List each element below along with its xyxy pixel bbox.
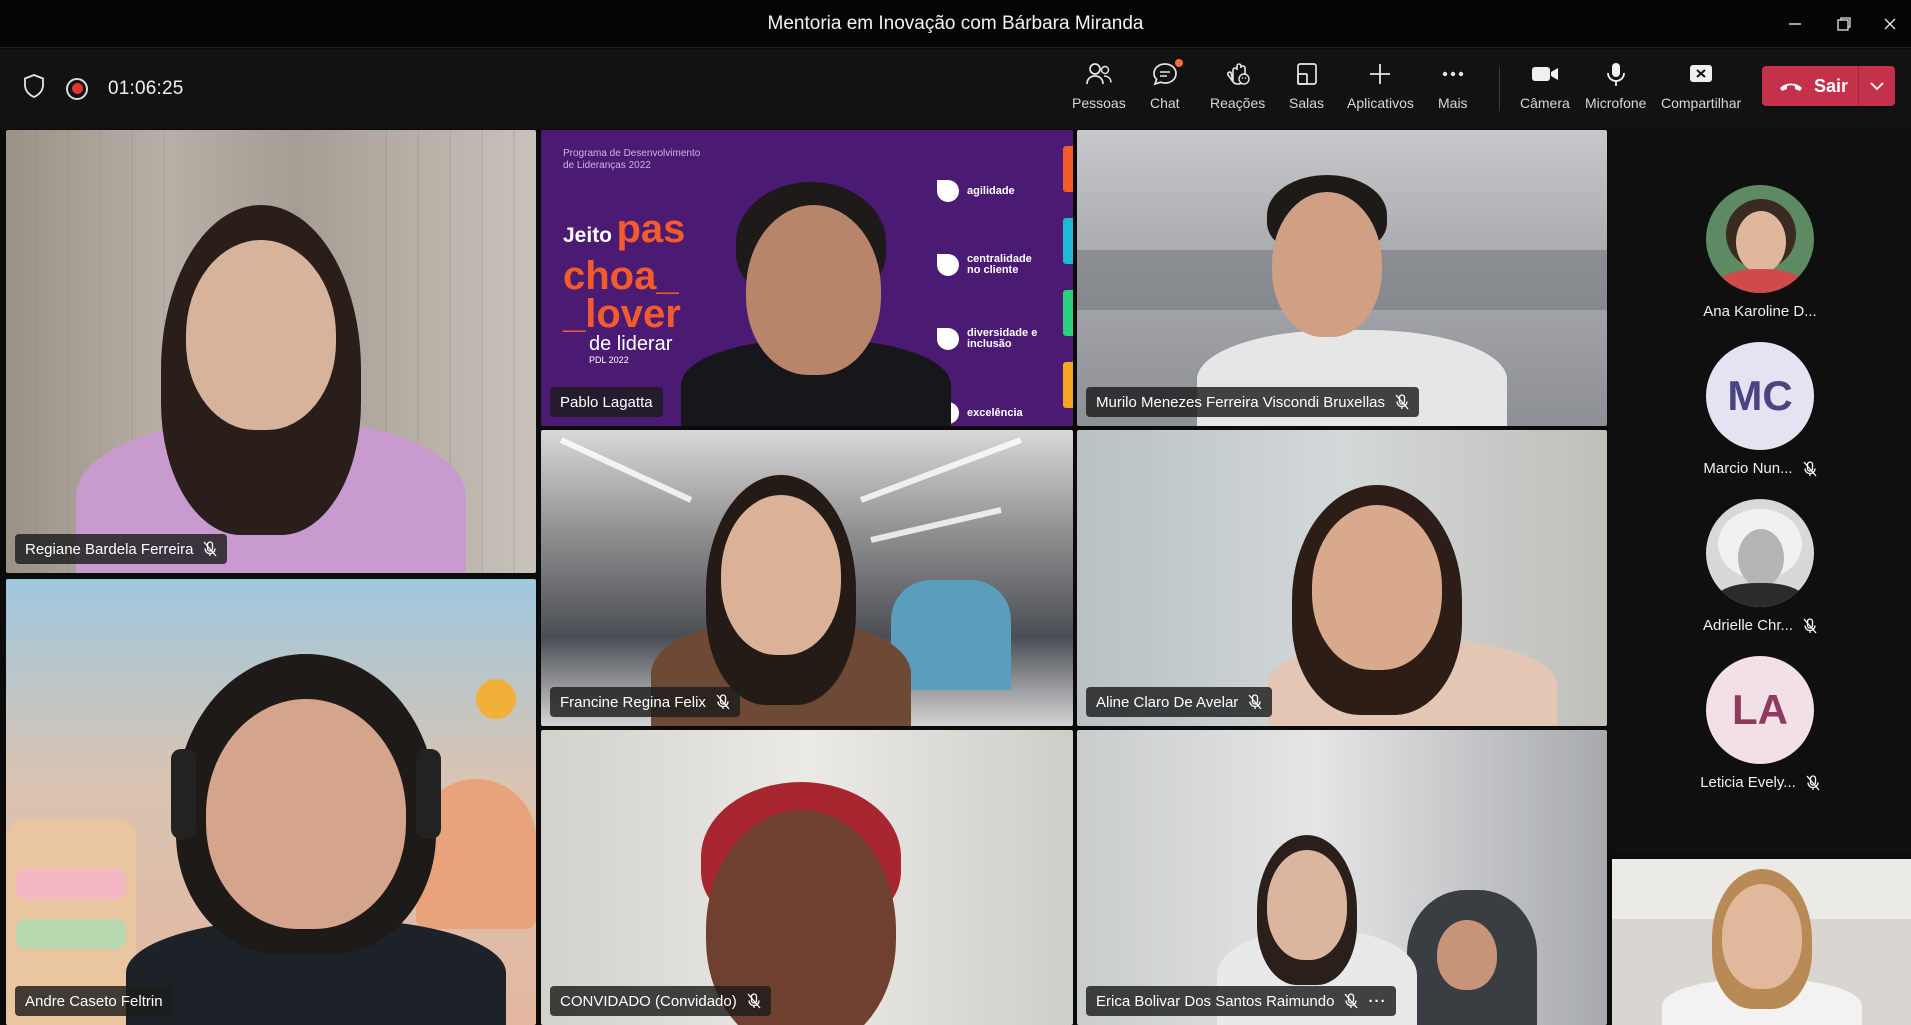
more-dots-icon <box>1442 71 1463 77</box>
microphone-button[interactable]: Microfone <box>1585 57 1646 121</box>
chat-unread-dot <box>1174 59 1183 67</box>
participant-name-tag: Aline Claro De Avelar <box>1086 687 1273 717</box>
leave-button[interactable]: Sair <box>1762 66 1895 106</box>
video-tile[interactable]: Programa de Desenvolvimento de Liderança… <box>541 130 1073 426</box>
mic-off-icon <box>747 993 761 1009</box>
window-title: Mentoria em Inovação com Bárbara Miranda <box>767 13 1144 34</box>
rooms-icon <box>1296 63 1317 85</box>
minimize-button[interactable] <box>1775 8 1815 40</box>
breakout-rooms-button[interactable]: Salas <box>1289 57 1324 121</box>
roster-item[interactable]: Adrielle Chr... <box>1609 499 1911 634</box>
restore-icon <box>1837 17 1851 31</box>
avatar <box>1706 185 1814 293</box>
mic-off-icon <box>1806 774 1820 791</box>
hang-up-icon <box>1780 83 1802 91</box>
plus-icon <box>1370 64 1391 84</box>
people-button[interactable]: Pessoas <box>1072 57 1126 121</box>
participant-name-tag: Murilo Menezes Ferreira Viscondi Bruxell… <box>1086 387 1419 417</box>
video-tile[interactable]: Erica Bolivar Dos Santos Raimundo ··· <box>1077 730 1607 1025</box>
participant-name-tag: Regiane Bardela Ferreira <box>15 534 228 564</box>
participant-name-tag: Pablo Lagatta <box>550 387 663 417</box>
title-bar: Mentoria em Inovação com Bárbara Miranda <box>0 0 1911 48</box>
restore-button[interactable] <box>1824 8 1864 40</box>
apps-button[interactable]: Aplicativos <box>1347 57 1414 121</box>
more-button[interactable]: Mais <box>1438 57 1468 121</box>
chat-button[interactable]: Chat <box>1150 57 1183 121</box>
roster-item[interactable]: MC Marcio Nun... <box>1609 342 1911 477</box>
roster-item[interactable]: LA Leticia Evely... <box>1609 656 1911 791</box>
participant-roster: Ana Karoline D... MC Marcio Nun... Adrie… <box>1609 130 1911 855</box>
video-tile[interactable]: Regiane Bardela Ferreira <box>6 130 536 573</box>
toolbar-divider <box>1499 67 1500 111</box>
slide-values-list: agilidade centralidade no cliente divers… <box>937 154 1047 426</box>
video-tile[interactable]: Andre Caseto Feltrin <box>6 579 536 1025</box>
mic-off-icon <box>1803 460 1817 477</box>
mic-off-icon <box>1395 394 1409 410</box>
participant-name-tag: Erica Bolivar Dos Santos Raimundo ··· <box>1086 986 1397 1016</box>
mic-off-icon <box>203 541 217 557</box>
leave-main[interactable]: Sair <box>1762 66 1858 106</box>
minimize-icon <box>1789 23 1801 25</box>
mic-off-icon <box>1248 694 1262 710</box>
video-tile[interactable]: Murilo Menezes Ferreira Viscondi Bruxell… <box>1077 130 1607 426</box>
participant-name-tag: Francine Regina Felix <box>550 687 740 717</box>
close-icon <box>1884 18 1896 30</box>
share-screen-icon <box>1690 65 1713 82</box>
avatar: LA <box>1706 656 1814 764</box>
more-options-icon[interactable]: ··· <box>1368 993 1386 1010</box>
meeting-toolbar: 01:06:25 Pessoas Chat Reações Salas Apli… <box>0 49 1911 129</box>
microphone-icon <box>1606 63 1625 86</box>
mic-off-icon <box>1344 993 1358 1009</box>
mic-off-icon <box>716 694 730 710</box>
recording-icon <box>66 77 88 100</box>
video-tile[interactable]: Francine Regina Felix <box>541 430 1073 726</box>
share-button[interactable]: Compartilhar <box>1661 57 1741 121</box>
roster-item[interactable]: Ana Karoline D... <box>1609 185 1911 320</box>
participant-name-tag: Andre Caseto Feltrin <box>15 986 173 1016</box>
people-icon <box>1085 63 1112 85</box>
video-tile[interactable]: Aline Claro De Avelar <box>1077 430 1607 726</box>
teams-meeting-window: Mentoria em Inovação com Bárbara Miranda… <box>0 0 1911 1025</box>
slide-heading: Jeito pas choa_ _lover de liderar PDL 20… <box>563 207 686 365</box>
camera-button[interactable]: Câmera <box>1520 57 1570 121</box>
avatar <box>1706 499 1814 607</box>
leave-options-button[interactable] <box>1859 81 1895 91</box>
mic-off-icon <box>1803 617 1817 634</box>
security-shield-icon[interactable] <box>22 73 46 104</box>
meeting-timer: 01:06:25 <box>108 77 184 99</box>
participant-name-tag: CONVIDADO (Convidado) <box>550 986 771 1016</box>
camera-icon <box>1531 67 1558 81</box>
close-window-button[interactable] <box>1870 8 1910 40</box>
reactions-button[interactable]: Reações <box>1210 57 1265 121</box>
chevron-down-icon <box>1870 82 1884 91</box>
avatar: MC <box>1706 342 1814 450</box>
self-view-tile[interactable] <box>1612 859 1911 1025</box>
video-tile[interactable]: CONVIDADO (Convidado) <box>541 730 1073 1025</box>
raise-hand-icon <box>1226 63 1250 85</box>
